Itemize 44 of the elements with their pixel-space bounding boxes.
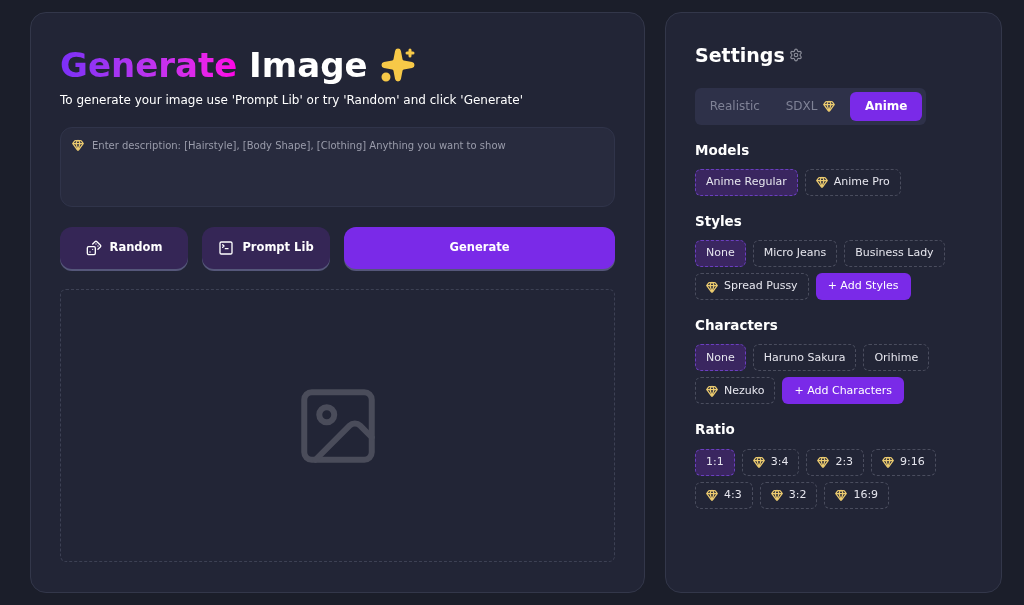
option-chip[interactable]: Orihime	[863, 344, 930, 372]
option-chip[interactable]: Anime Pro	[804, 168, 901, 196]
option-chip[interactable]: Micro Jeans	[752, 240, 838, 267]
dice-icon	[85, 240, 102, 256]
diamond-icon	[817, 456, 830, 468]
option-chip[interactable]: 1:1	[695, 448, 735, 476]
option-chip[interactable]: Business Lady	[844, 240, 945, 267]
option-chip[interactable]: Spread Pussy	[695, 273, 809, 300]
diamond-icon	[770, 489, 783, 501]
option-chip[interactable]: 2:3	[806, 448, 865, 476]
section-heading: Models	[695, 140, 751, 160]
mode-tab[interactable]: Anime	[850, 91, 922, 121]
add-button[interactable]: + Add Characters	[782, 377, 904, 405]
option-chip[interactable]: Anime Regular	[695, 168, 798, 196]
option-chip[interactable]: 3:2	[759, 481, 818, 509]
option-chip[interactable]: 9:16	[871, 448, 936, 476]
prompt-field[interactable]: Enter description: [Hairstyle], [Body Shape], [Clothing] Anything you want to show	[60, 127, 615, 207]
option-chip[interactable]: 4:3	[695, 481, 753, 509]
diamond-icon	[706, 280, 718, 293]
diamond-icon	[752, 456, 765, 468]
option-chip[interactable]: None	[695, 240, 746, 267]
subtitle: To generate your image use 'Prompt Lib' or try 'Random' and click 'Generate'	[60, 92, 524, 109]
option-chip[interactable]: None	[695, 344, 746, 372]
diamond-icon	[835, 489, 848, 501]
sparkles-icon	[379, 47, 416, 83]
action-button[interactable]: Random	[60, 227, 188, 269]
option-chip[interactable]: 16:9	[824, 481, 890, 509]
option-chip[interactable]: Haruno Sakura	[752, 344, 857, 372]
section-heading: Styles	[695, 211, 743, 231]
option-chip[interactable]: Nezuko	[695, 377, 776, 405]
generate-button[interactable]: Generate	[344, 227, 615, 269]
section-heading: Characters	[695, 316, 779, 335]
settings-title: Settings	[695, 43, 785, 68]
option-chip[interactable]: 3:4	[741, 448, 800, 476]
diamond-icon	[823, 100, 836, 112]
add-button[interactable]: + Add Styles	[815, 273, 911, 300]
diamond-icon	[706, 384, 718, 397]
action-button[interactable]: Prompt Lib	[202, 227, 330, 269]
settings-icon	[788, 48, 803, 63]
diamond-icon	[815, 176, 828, 189]
section-heading: Ratio	[695, 420, 736, 440]
diamond-icon	[706, 489, 718, 501]
diamond-icon	[882, 456, 895, 468]
terminal-icon	[218, 240, 235, 256]
